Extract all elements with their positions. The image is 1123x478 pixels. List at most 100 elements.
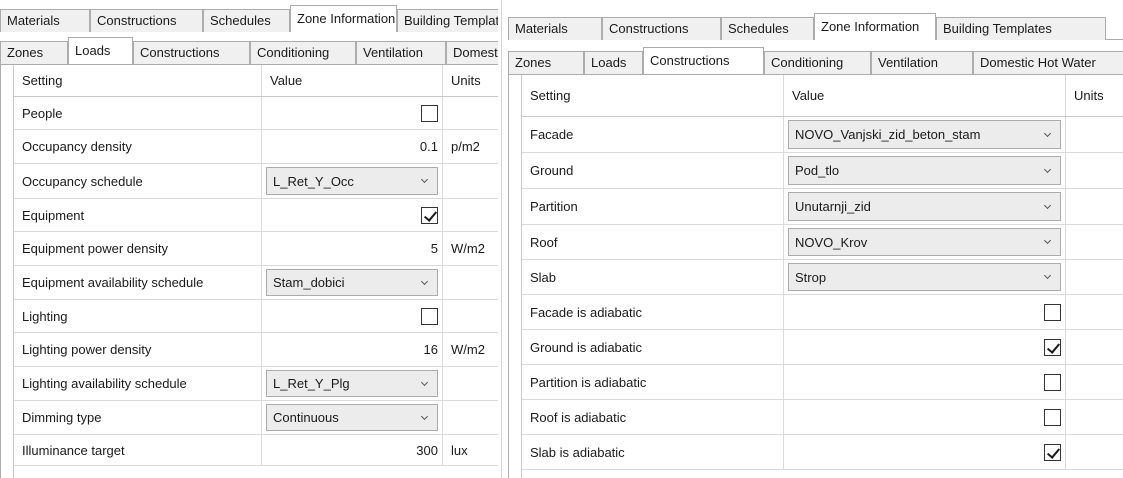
units-label [1066,295,1123,329]
value-cell: NOVO_Vanjski_zid_beton_stam [784,117,1066,152]
units-label [443,266,498,299]
checkbox-unchecked[interactable] [1044,373,1061,391]
setting-label: Occupancy schedule [14,164,262,198]
value-number-field[interactable]: 5 [262,232,443,265]
table-row-lighting: Lighting [14,300,498,333]
value-dropdown[interactable]: Strop [788,263,1061,291]
setting-label: Illuminance target [14,435,262,465]
checkbox-checked[interactable] [421,206,438,224]
units-label [1066,435,1123,469]
setting-label: Ground [522,153,784,188]
chevron-down-icon [1042,271,1054,283]
zone-tab-conditioning[interactable]: Conditioning [250,41,356,64]
checkbox-unchecked[interactable] [1044,303,1061,321]
setting-label: Partition [522,189,784,224]
zone-tab-conditioning[interactable]: Conditioning [764,51,871,74]
chevron-down-icon [1042,165,1054,177]
value-dropdown[interactable]: L_Ret_Y_Plg [266,370,438,397]
column-header-setting[interactable]: Setting [522,75,784,116]
zone-tab-domestic-hot-water[interactable]: Domestic Hot Water [973,51,1123,74]
value-cell: Pod_tlo [784,153,1066,188]
setting-label: Dimming type [14,401,262,434]
table-row-illuminance-target: Illuminance target 300 lux [14,435,498,466]
table-row-equipment: Equipment [14,199,498,232]
main-tab-schedules[interactable]: Schedules [721,17,814,40]
main-tab-strip: Materials Constructions Schedules Zone Info… [508,0,1123,40]
main-tab-zone-information[interactable]: Zone Information [814,13,936,40]
value-dropdown[interactable]: Unutarnji_zid [788,192,1061,221]
table-row-occupancy-density: Occupancy density 0.1 p/m2 [14,130,498,164]
units-label [1066,153,1123,188]
settings-grid-frame: Setting Value Units Facade NOVO_Vanjski_zid_… [508,74,1123,478]
value-dropdown[interactable]: Continuous [266,404,438,431]
zone-tab-ventilation[interactable]: Ventilation [356,41,446,64]
main-tab-materials[interactable]: Materials [0,9,90,32]
zone-tab-constructions[interactable]: Constructions [133,41,250,64]
setting-label: People [14,97,262,129]
value-cell: Continuous [262,401,443,434]
table-row-occupancy-schedule: Occupancy schedule L_Ret_Y_Occ [14,164,498,199]
column-header-setting[interactable]: Setting [14,65,262,96]
column-header-value[interactable]: Value [784,75,1066,116]
units-label [1066,117,1123,152]
left-editor-panel: Materials Constructions Schedules Zone Info… [0,0,498,478]
checkbox-unchecked[interactable] [421,104,438,122]
right-editor-panel: Materials Constructions Schedules Zone Info… [508,0,1123,478]
main-tab-building-templates[interactable]: Building Templates [936,17,1106,40]
column-header-units[interactable]: Units [1066,75,1123,116]
value-dropdown[interactable]: L_Ret_Y_Occ [266,167,438,195]
setting-label: Slab [522,260,784,294]
dropdown-selected-value: Strop [795,269,827,285]
dropdown-selected-value: Continuous [273,410,339,425]
value-dropdown[interactable]: NOVO_Krov [788,228,1061,256]
main-tab-materials[interactable]: Materials [508,17,602,40]
table-row-people: People [14,97,498,130]
settings-grid-frame: Setting Value Units People Occupancy density… [0,64,498,478]
main-tab-constructions[interactable]: Constructions [90,9,203,32]
setting-label: Lighting power density [14,333,262,366]
setting-label: Lighting availability schedule [14,367,262,400]
value-cell [784,330,1066,364]
value-cell [262,300,443,332]
checkbox-unchecked[interactable] [421,307,438,325]
value-number-field[interactable]: 0.1 [262,130,443,163]
value-dropdown[interactable]: NOVO_Vanjski_zid_beton_stam [788,120,1061,149]
main-tab-building-templates[interactable]: Building Templates [397,9,498,32]
value-number-field[interactable]: 300 [262,435,443,465]
zone-tab-constructions[interactable]: Constructions [643,47,764,74]
table-row-slab-is-adiabatic: Slab is adiabatic [522,435,1123,470]
main-tab-zone-information[interactable]: Zone Information [290,5,397,32]
units-label [443,97,498,129]
units-label: p/m2 [443,130,498,163]
zone-tab-zones[interactable]: Zones [508,51,584,74]
value-dropdown[interactable]: Stam_dobici [266,269,438,296]
table-row-facade: Facade NOVO_Vanjski_zid_beton_stam [522,117,1123,153]
zone-tab-ventilation[interactable]: Ventilation [871,51,973,74]
zone-tab-loads[interactable]: Loads [584,51,643,74]
value-number-field[interactable]: 16 [262,333,443,366]
value-dropdown[interactable]: Pod_tlo [788,156,1061,185]
value-cell [262,199,443,231]
checkbox-checked[interactable] [1044,338,1061,356]
setting-label: Equipment availability schedule [14,266,262,299]
chevron-down-icon [1042,236,1054,248]
table-row-roof-is-adiabatic: Roof is adiabatic [522,400,1123,435]
zone-tab-loads[interactable]: Loads [68,37,133,64]
setting-label: Ground is adiabatic [522,330,784,364]
table-row-partition-is-adiabatic: Partition is adiabatic [522,365,1123,400]
main-tab-constructions[interactable]: Constructions [602,17,721,40]
main-tab-schedules[interactable]: Schedules [203,9,290,32]
setting-label: Facade [522,117,784,152]
checkbox-checked[interactable] [1044,443,1061,461]
checkbox-unchecked[interactable] [1044,408,1061,426]
column-header-value[interactable]: Value [262,65,443,96]
zone-tab-domestic-hot-water[interactable]: Domestic Hot Water [446,41,498,64]
units-label [443,300,498,332]
chevron-down-icon [419,277,431,289]
value-cell [784,365,1066,399]
zone-tab-zones[interactable]: Zones [0,41,68,64]
table-row-equipment-availability-schedule: Equipment availability schedule Stam_dobi… [14,266,498,300]
column-header-units[interactable]: Units [443,65,498,96]
units-label [443,367,498,400]
units-label: lux [443,435,498,465]
